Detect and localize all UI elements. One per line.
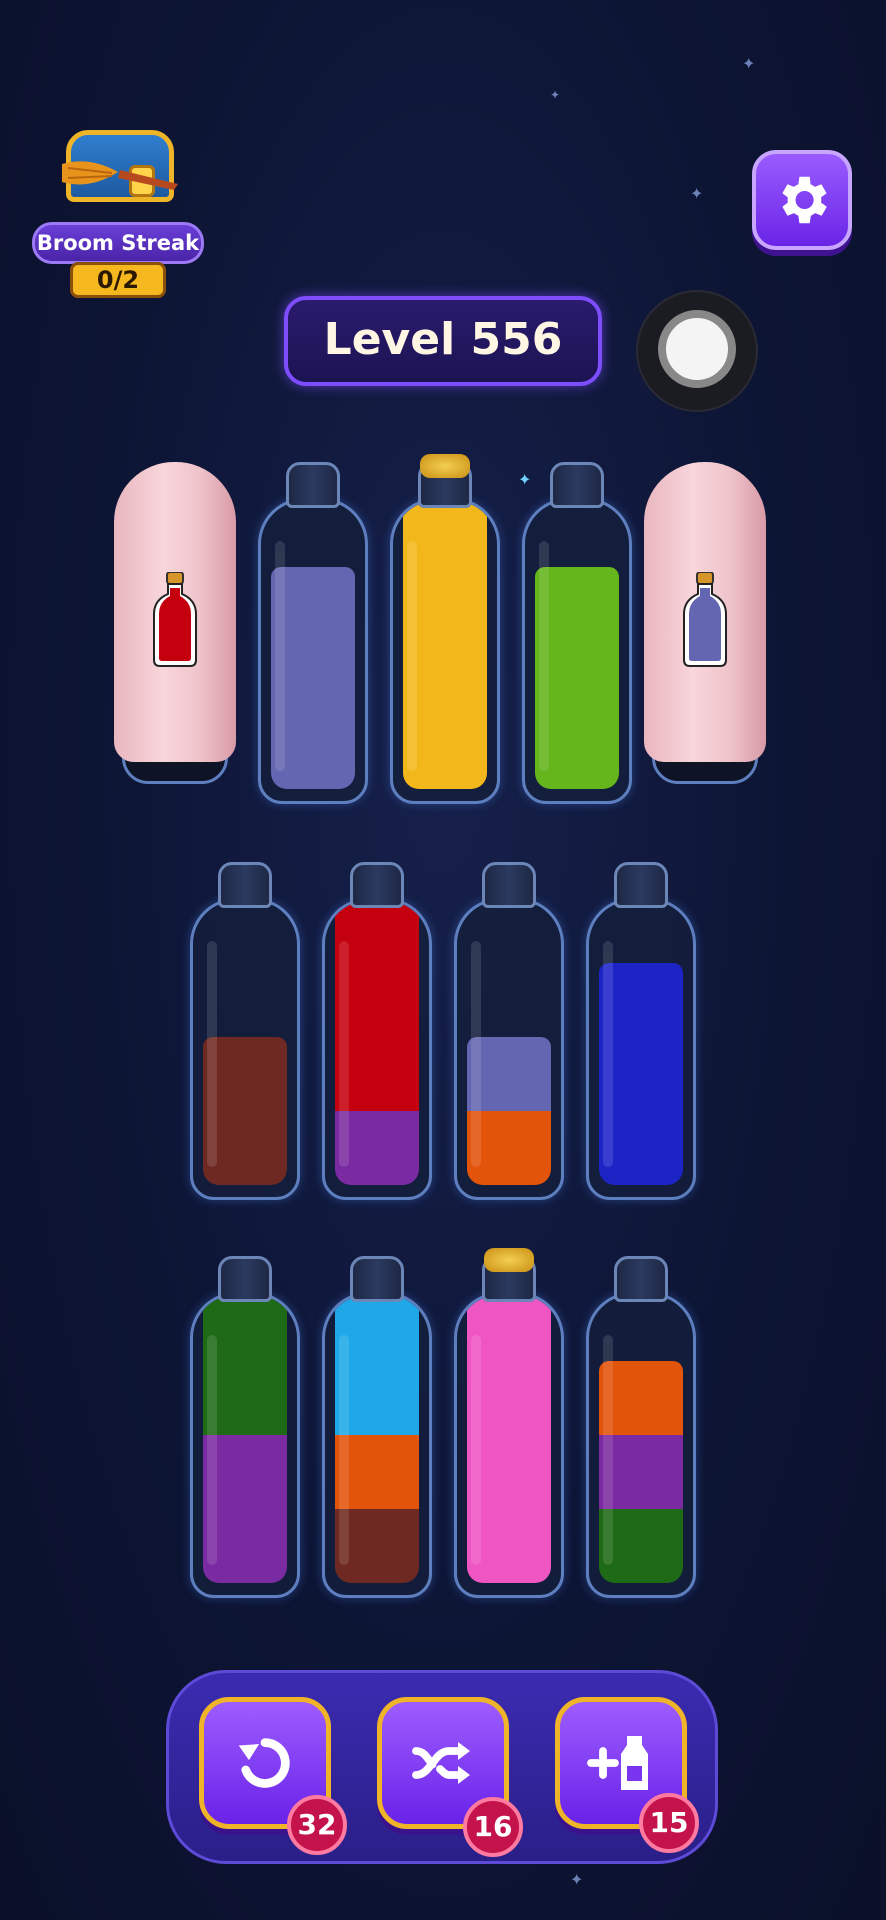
treasure-chest-icon[interactable] [48, 120, 188, 210]
broom-streak-count: 0/2 [70, 262, 166, 298]
bottle[interactable] [586, 1256, 696, 1598]
covered-bottle[interactable] [114, 462, 236, 784]
broom-streak-label: Broom Streak [32, 222, 204, 264]
toggle-button[interactable] [636, 290, 758, 412]
star-sparkle: ✦ [690, 184, 704, 203]
bottle[interactable] [454, 862, 564, 1200]
bottle[interactable] [586, 862, 696, 1200]
gear-icon [782, 176, 827, 224]
hint-bottle-icon [683, 572, 727, 667]
cork-icon [484, 1248, 534, 1272]
cork-icon [420, 454, 470, 478]
shuffle-count-badge: 16 [463, 1797, 523, 1857]
add-bottle-icon [587, 1736, 648, 1790]
bottle[interactable] [258, 462, 368, 804]
covered-bottle[interactable] [644, 462, 766, 784]
bottle[interactable] [322, 1256, 432, 1598]
bottle[interactable] [522, 462, 632, 804]
add-bottle-count-badge: 15 [639, 1793, 699, 1853]
undo-count-badge: 32 [287, 1795, 347, 1855]
bottle[interactable] [390, 454, 500, 804]
bottle[interactable] [454, 1248, 564, 1598]
undo-icon [238, 1738, 290, 1788]
star-sparkle: ✦ [550, 88, 561, 102]
bottle[interactable] [190, 1256, 300, 1598]
hint-bottle-icon [153, 572, 197, 667]
bottle[interactable] [190, 862, 300, 1200]
level-title: Level 556 [284, 296, 602, 386]
shuffle-icon [412, 1742, 470, 1784]
star-sparkle: ✦ [742, 54, 756, 73]
settings-button[interactable] [752, 150, 852, 250]
bottle[interactable] [322, 862, 432, 1200]
powerup-toolbar: 32 16 15 [166, 1670, 718, 1864]
star-sparkle: ✦ [570, 1870, 584, 1889]
